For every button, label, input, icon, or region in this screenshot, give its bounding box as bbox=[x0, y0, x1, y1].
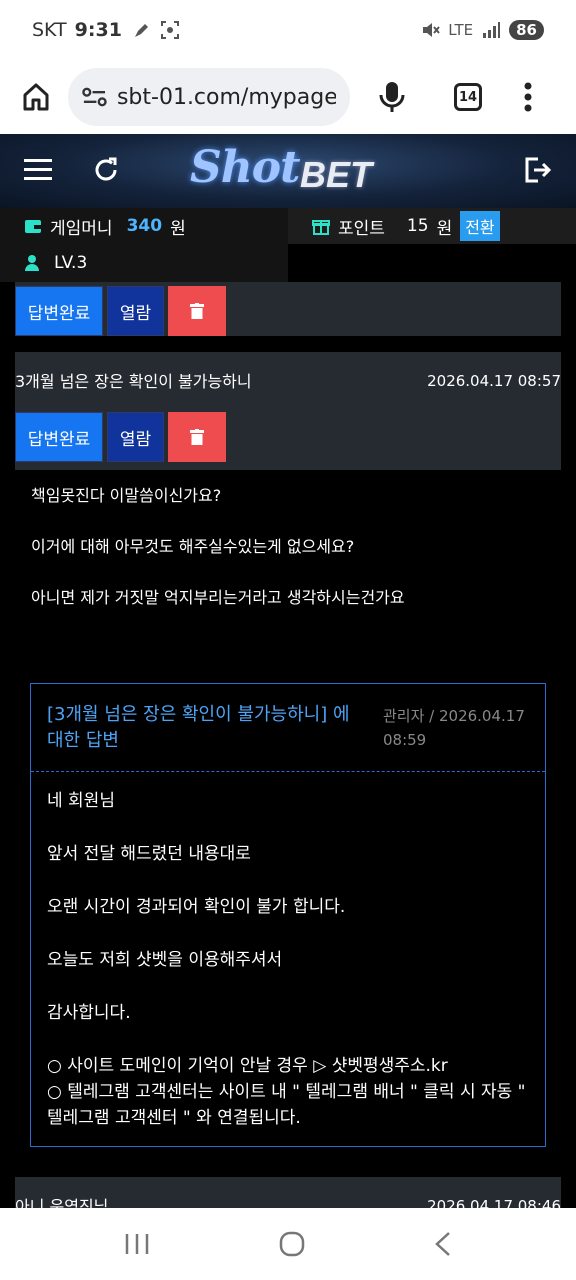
screenshot-icon bbox=[160, 21, 179, 39]
inquiry-title[interactable]: 3개월 넘은 장은 확인이 불가능하니 bbox=[15, 368, 252, 392]
inquiry-title[interactable]: 아니 운영진님 bbox=[15, 1193, 108, 1208]
inquiry-card[interactable]: 3개월 넘은 장은 확인이 불가능하니 2026.04.17 08:57 답변완… bbox=[15, 352, 561, 470]
hamburger-menu-icon[interactable] bbox=[24, 158, 52, 182]
points-label: 포인트 bbox=[338, 218, 385, 239]
answer-line: 오늘도 저희 샷벳을 이용해주셔서 bbox=[47, 950, 283, 970]
carrier: SKT bbox=[32, 19, 67, 41]
trash-icon bbox=[190, 303, 204, 319]
url-text: sbt-01.com/mypage/ bbox=[116, 84, 336, 110]
level-bar: LV.3 bbox=[0, 244, 288, 282]
inquiry-date: 2026.04.17 08:57 bbox=[427, 372, 561, 390]
recent-apps-icon[interactable] bbox=[124, 1232, 150, 1256]
signal-icon bbox=[483, 22, 501, 38]
answer-title: [3개월 넘은 장은 확인이 불가능하니] 에 대한 답변 bbox=[47, 704, 350, 751]
site-settings-icon[interactable] bbox=[82, 86, 107, 108]
more-menu-icon[interactable] bbox=[524, 82, 532, 112]
answered-button[interactable]: 답변완료 bbox=[15, 412, 103, 462]
status-bar: SKT 9:31 LTE 86 bbox=[0, 0, 576, 60]
network-type: LTE bbox=[448, 21, 474, 39]
mute-icon bbox=[423, 23, 440, 37]
prev-inquiry-card: 답변완료 열람 bbox=[15, 282, 561, 336]
home-icon[interactable] bbox=[20, 81, 52, 113]
user-info-bar: 게임머니 340 원 포인트 15 원 전환 bbox=[0, 208, 576, 244]
answer-notice-telegram: ○ 텔레그램 고객센터는 사이트 내 " 텔레그램 배너 " 클릭 시 자동 "… bbox=[47, 1082, 526, 1128]
answer-line: 네 회원님 bbox=[47, 791, 115, 811]
trash-icon bbox=[190, 429, 204, 445]
points-value: 15 bbox=[406, 216, 429, 236]
browser-toolbar: sbt-01.com/mypage/ 14 bbox=[0, 60, 576, 134]
logo-bet: BET bbox=[300, 154, 372, 195]
clock: 9:31 bbox=[74, 19, 122, 41]
points: 포인트 15 원 전환 bbox=[288, 208, 576, 244]
answer-box: [3개월 넘은 장은 확인이 불가능하니] 에 대한 답변 관리자 / 2026… bbox=[30, 683, 546, 1147]
game-money-value: 340 bbox=[126, 216, 163, 236]
answer-body: 네 회원님 앞서 전달 해드렸던 내용대로 오랜 시간이 경과되어 확인이 불가… bbox=[31, 772, 545, 1131]
points-unit: 원 bbox=[436, 218, 453, 239]
view-button[interactable]: 열람 bbox=[107, 286, 164, 336]
answer-notice-domain: ○ 사이트 도메인이 기억이 안날 경우 ▷ 샷벳평생주소.kr bbox=[47, 1056, 448, 1076]
answer-line: 오랜 시간이 경과되어 확인이 불가 합니다. bbox=[47, 897, 346, 917]
game-money-unit: 원 bbox=[170, 218, 186, 239]
answered-button[interactable]: 답변완료 bbox=[15, 286, 103, 336]
inquiry-line: 책임못진다 이말씀이신가요? bbox=[31, 486, 222, 505]
view-button[interactable]: 열람 bbox=[107, 412, 164, 462]
inquiry-line: 이거에 대해 아무것도 해주실수있는게 없으세요? bbox=[31, 537, 355, 556]
system-nav-bar bbox=[0, 1208, 576, 1280]
status-icons bbox=[132, 20, 180, 40]
site-logo[interactable]: Shot BET bbox=[188, 142, 388, 200]
gift-icon bbox=[312, 220, 330, 235]
site-header: Shot BET bbox=[0, 134, 576, 208]
logo-shot: Shot bbox=[190, 142, 300, 193]
inquiry-body: 책임못진다 이말씀이신가요? 이거에 대해 아무것도 해주실수있는게 없으세요?… bbox=[15, 470, 561, 1160]
pen-icon bbox=[134, 24, 148, 37]
refresh-icon[interactable] bbox=[92, 156, 120, 184]
back-icon[interactable] bbox=[434, 1231, 452, 1257]
answer-meta: 관리자 / 2026.04.17 08:59 bbox=[383, 707, 525, 749]
wallet-icon bbox=[25, 220, 41, 233]
logout-icon[interactable] bbox=[524, 156, 552, 184]
delete-button[interactable] bbox=[168, 286, 226, 336]
address-bar[interactable]: sbt-01.com/mypage/ bbox=[68, 68, 350, 126]
next-inquiry-card[interactable]: 아니 운영진님 2026.04.17 08:46 bbox=[15, 1177, 561, 1208]
home-nav-icon[interactable] bbox=[279, 1231, 305, 1257]
inquiry-date: 2026.04.17 08:46 bbox=[427, 1197, 561, 1208]
microphone-icon[interactable] bbox=[378, 80, 406, 114]
game-money-label: 게임머니 bbox=[50, 218, 113, 239]
game-money: 게임머니 340 원 bbox=[0, 208, 288, 244]
delete-button[interactable] bbox=[168, 412, 226, 462]
convert-button[interactable]: 전환 bbox=[460, 211, 500, 241]
user-icon bbox=[25, 255, 39, 271]
answer-line: 감사합니다. bbox=[47, 1003, 131, 1023]
inquiry-line: 아니면 제가 거짓말 억지부리는거라고 생각하시는건가요 bbox=[31, 588, 405, 607]
answer-line: 앞서 전달 해드렸던 내용대로 bbox=[47, 844, 251, 864]
battery-level: 86 bbox=[509, 20, 544, 40]
tab-count-button[interactable]: 14 bbox=[454, 83, 482, 111]
user-level: LV.3 bbox=[54, 253, 88, 273]
